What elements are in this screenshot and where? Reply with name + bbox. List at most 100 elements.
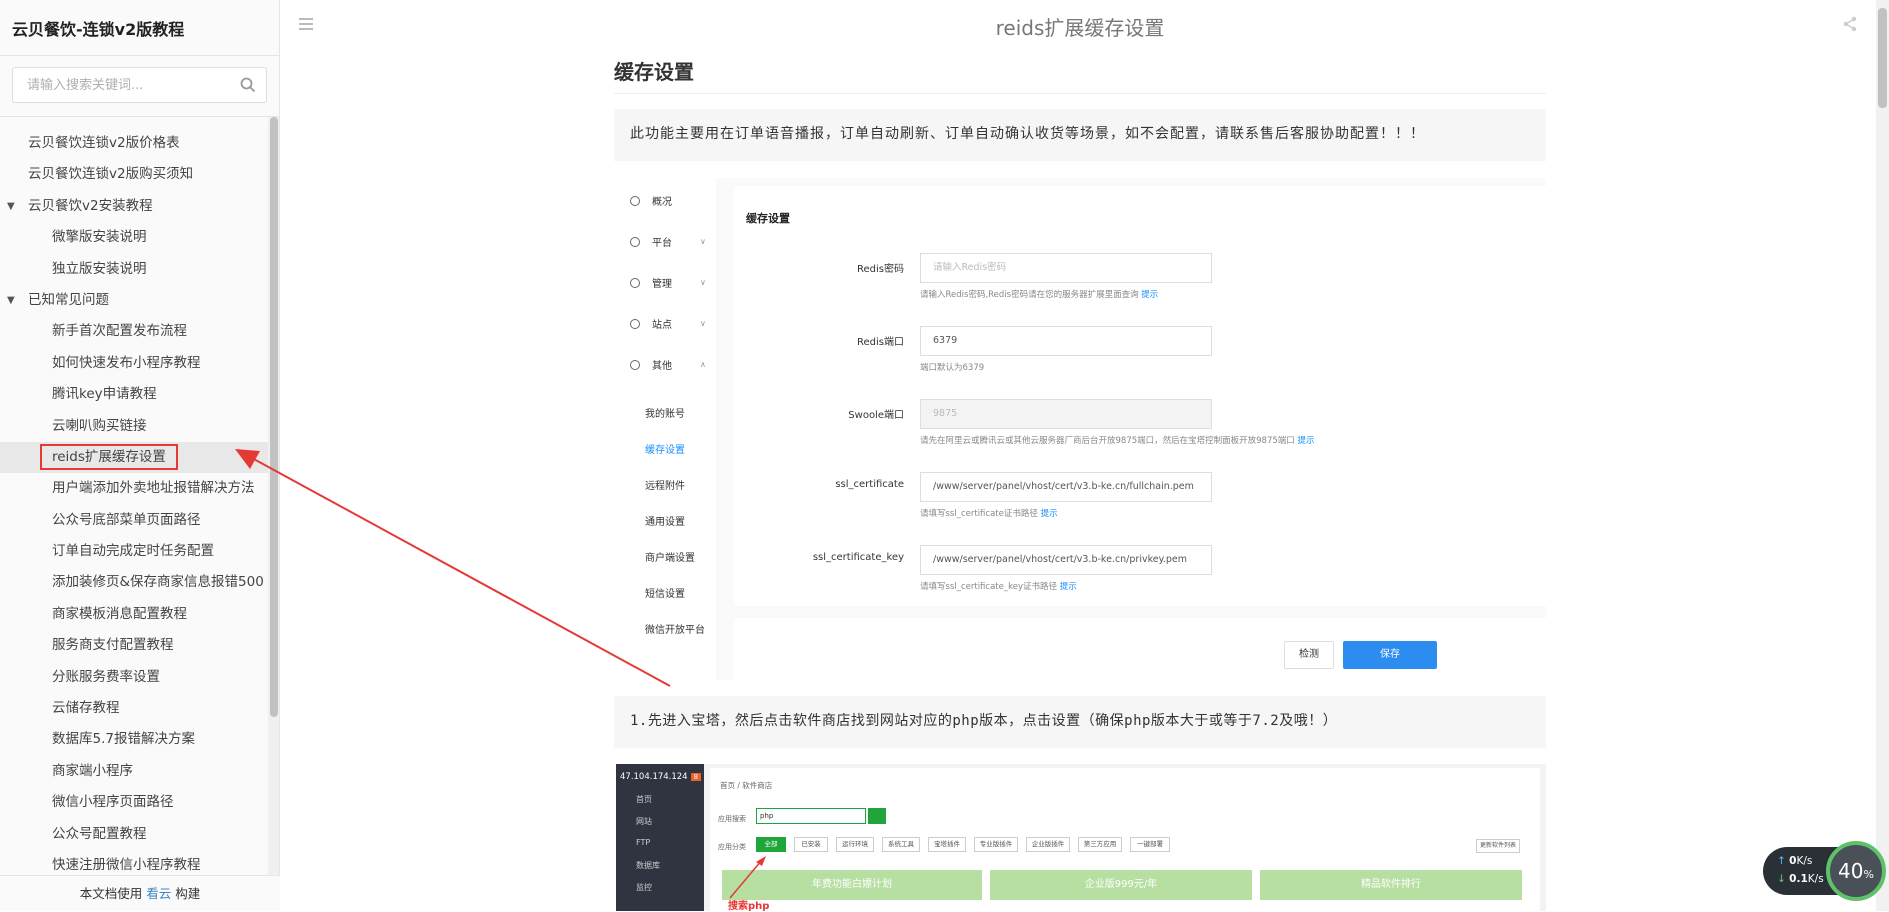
toc-item-label: 商家端小程序 — [52, 762, 133, 779]
field-help: 请填写ssl_certificate证书路径 提示 — [920, 507, 1058, 519]
admin-menu-item: 站点 ∨ — [630, 316, 706, 331]
toc-item[interactable]: 云贝餐饮连锁v2版价格表 — [0, 128, 268, 159]
toc-item[interactable]: 微擎版安装说明 — [0, 222, 268, 253]
toc-item-label: 已知常见问题 — [28, 291, 109, 308]
field-help: 端口默认为6379 — [920, 361, 984, 373]
toc-item[interactable]: 独立版安装说明 — [0, 254, 268, 285]
toc-item[interactable]: ▼ 云贝餐饮v2安装教程 — [0, 191, 268, 222]
toc-item[interactable]: 云储存教程 — [0, 693, 268, 724]
menu-circle-icon — [630, 277, 640, 288]
toc-item-active[interactable]: reids扩展缓存设置 — [0, 441, 268, 474]
redis-password-field: 请输入Redis密码 — [920, 253, 1212, 283]
toc-item-label: 商家模板消息配置教程 — [52, 605, 187, 622]
field-help-text: 端口默认为6379 — [920, 363, 985, 373]
toc-item-label: 分账服务费率设置 — [52, 668, 160, 685]
toc-item[interactable]: 如何快速发布小程序教程 — [0, 348, 268, 379]
admin-menu-item: 概况 — [630, 193, 672, 208]
toc-item[interactable]: 微信小程序页面路径 — [0, 787, 268, 818]
baota-promo: 精品软件排行 — [1260, 870, 1522, 900]
field-label: Redis端口 — [857, 337, 904, 348]
download-speed: ↓ 0.1K/s — [1777, 873, 1824, 885]
page-scrollbar-thumb[interactable] — [1878, 8, 1887, 108]
article-content: 缓存设置 此功能主要用在订单语音播报，订单自动刷新、订单自动确认收货等场景，如不… — [614, 52, 1546, 161]
toc-item[interactable]: 云喇叭购买链接 — [0, 411, 268, 442]
baota-store-screenshot: 47.104.174.124 8 首页 网站 FTP 数据库 监控 首页 / 软件… — [616, 764, 1546, 911]
search-input[interactable] — [13, 68, 223, 102]
annotation-arrow-icon — [729, 856, 766, 899]
toc-item[interactable]: 分账服务费率设置 — [0, 662, 268, 693]
toc-item[interactable]: 腾讯key申请教程 — [0, 379, 268, 410]
baota-category: 宝塔插件 — [928, 837, 966, 852]
toc-item[interactable]: 公众号底部菜单页面路径 — [0, 505, 268, 536]
baota-update-button: 更新软件列表 — [1476, 839, 1520, 853]
page-scrollbar-track[interactable] — [1876, 0, 1889, 911]
swoole-port-field: 9875 — [920, 399, 1212, 429]
search-box[interactable] — [12, 67, 267, 103]
baota-category: 一键部署 — [1130, 837, 1170, 852]
toc-item-label: 云贝餐饮v2安装教程 — [28, 197, 153, 214]
toc-item[interactable]: 云贝餐饮连锁v2版购买须知 — [0, 159, 268, 190]
toc-item-label: 服务商支付配置教程 — [52, 637, 174, 654]
baota-breadcrumb: 首页 / 软件商店 — [720, 781, 773, 790]
admin-menu-item: 其他 ∧ — [630, 357, 706, 372]
toc-item[interactable]: 添加装修页&保存商家信息报错500 — [0, 567, 268, 598]
toc-item[interactable]: 公众号配置教程 — [0, 819, 268, 850]
toc-item[interactable]: 用户端添加外卖地址报错解决方法 — [0, 473, 268, 504]
footer-suffix: 构建 — [175, 886, 201, 901]
baota-nav-item: 数据库 — [636, 861, 660, 870]
field-help-text: 请填写ssl_certificate_key证书路径 — [920, 582, 1057, 592]
memory-usage-ring[interactable]: 40% — [1826, 841, 1886, 901]
ssl-certificate-key-field: /www/server/panel/vhost/cert/v3.b-ke.cn/… — [920, 545, 1212, 575]
admin-menu-label: 概况 — [652, 197, 672, 208]
field-help-text: 请填写ssl_certificate证书路径 — [920, 509, 1038, 519]
toc-item[interactable]: 商家模板消息配置教程 — [0, 599, 268, 630]
field-help-text: 请输入Redis密码,Redis密码请在您的服务器扩展里面查询 — [920, 290, 1139, 300]
search-icon[interactable] — [240, 77, 256, 93]
field-help-tip: 提示 — [1059, 582, 1077, 592]
baota-category: 运行环境 — [836, 837, 874, 852]
baota-ip: 47.104.174.124 8 — [620, 772, 702, 782]
step-note: 1.先进入宝塔，然后点击软件商店找到网站对应的php版本，点击设置（确保php版… — [614, 696, 1546, 748]
menu-circle-icon — [630, 318, 640, 329]
field-help-tip: 提示 — [1297, 436, 1315, 446]
field-label: ssl_certificate_key — [812, 552, 904, 563]
upload-unit: K/s — [1796, 855, 1813, 867]
share-icon[interactable] — [1842, 16, 1858, 32]
redis-port-field: 6379 — [920, 326, 1212, 356]
toc-item[interactable]: 订单自动完成定时任务配置 — [0, 536, 268, 567]
info-note: 此功能主要用在订单语音播报，订单自动刷新、订单自动确认收货等场景，如不会配置，请… — [614, 109, 1546, 161]
baota-category: 已安装 — [794, 837, 828, 852]
save-button: 保存 — [1343, 641, 1437, 669]
usage-percent: 40 — [1838, 859, 1864, 883]
field-help: 请输入Redis密码,Redis密码请在您的服务器扩展里面查询 提示 — [920, 288, 1158, 300]
baota-promo: 企业版999元/年 — [990, 870, 1252, 900]
arrow-up-icon: ↑ — [1777, 855, 1786, 867]
toc-item-label: 独立版安装说明 — [52, 260, 147, 277]
check-button: 检测 — [1284, 641, 1334, 669]
toc-item[interactable]: 新手首次配置发布流程 — [0, 316, 268, 347]
chevron-up-icon: ∧ — [700, 360, 706, 369]
caret-down-icon[interactable]: ▼ — [7, 191, 15, 222]
toc-item-label: 云喇叭购买链接 — [52, 417, 147, 434]
menu-circle-icon — [630, 359, 640, 370]
caret-down-icon[interactable]: ▼ — [7, 285, 15, 316]
baota-search-field: php — [756, 808, 866, 824]
toc-item-label: 公众号配置教程 — [52, 825, 147, 842]
field-help: 请填写ssl_certificate_key证书路径 提示 — [920, 580, 1077, 592]
sidebar-footer: 本文档使用 看云 构建 — [0, 875, 280, 911]
field-label: Redis密码 — [857, 264, 904, 275]
ssl-certificate-field: /www/server/panel/vhost/cert/v3.b-ke.cn/… — [920, 472, 1212, 502]
section-heading: 缓存设置 — [614, 56, 1546, 94]
chevron-down-icon: ∨ — [700, 278, 706, 287]
toc-item[interactable]: 数据库5.7报错解决方案 — [0, 724, 268, 755]
baota-badge: 8 — [690, 773, 702, 781]
toc-item[interactable]: ▼ 已知常见问题 — [0, 285, 268, 316]
footer-link[interactable]: 看云 — [146, 886, 171, 901]
baota-sidebar: 47.104.174.124 8 首页 网站 FTP 数据库 监控 — [616, 764, 704, 911]
admin-form-panel — [734, 186, 1546, 606]
toc-item[interactable]: 快速注册微信小程序教程 — [0, 850, 268, 878]
toc-item[interactable]: 商家端小程序 — [0, 756, 268, 787]
toc-item[interactable]: 服务商支付配置教程 — [0, 630, 268, 661]
baota-category: 第三方应用 — [1078, 837, 1122, 852]
book-title[interactable]: 云贝餐饮-连锁v2版教程 — [0, 0, 279, 56]
